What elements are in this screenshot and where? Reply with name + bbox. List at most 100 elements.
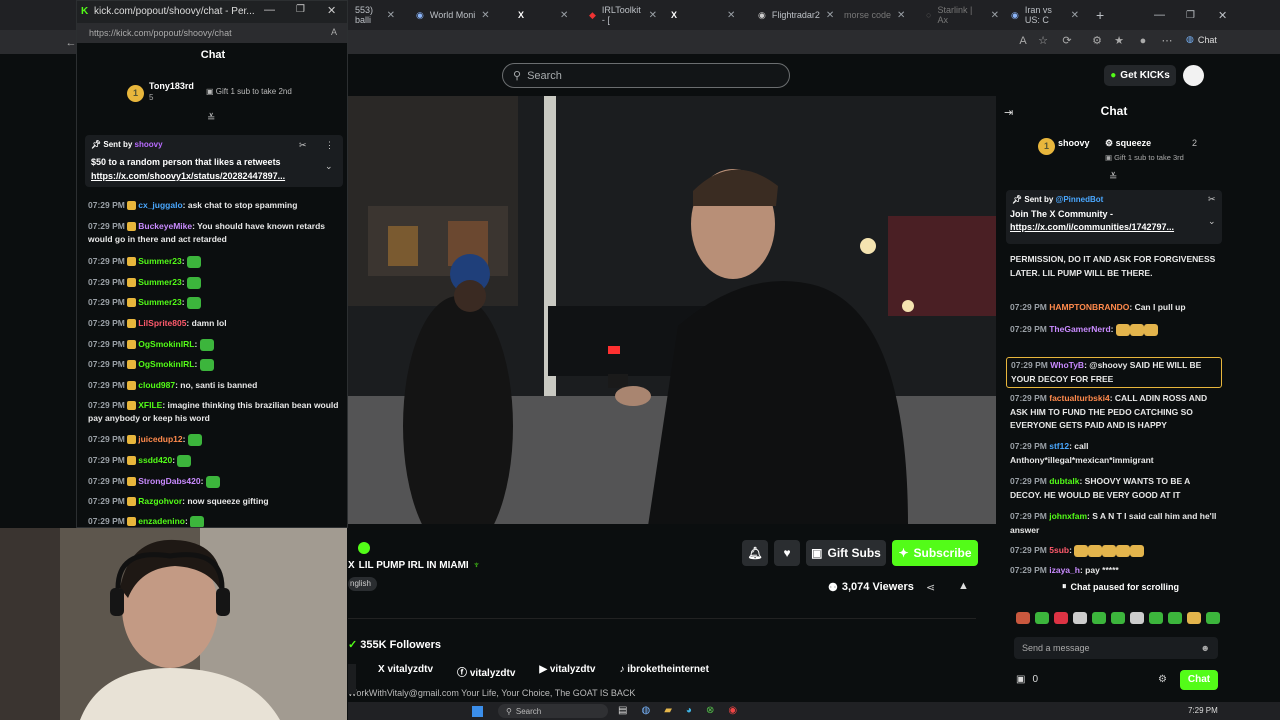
chat-message[interactable]: 07:29 PM dubtalk: SHOOVY WANTS TO BE A D… [1010,475,1220,502]
message-username[interactable]: stf12 [1049,441,1069,451]
file-icon[interactable]: ▤ [618,705,627,716]
pinned-link[interactable]: https://x.com/i/communities/1742797... [1010,222,1174,232]
copilot-icon[interactable]: ◍ [641,705,650,716]
more-options-icon[interactable]: ⋮ [325,140,334,151]
maximize-icon[interactable]: ❐ [296,4,305,15]
popout-chat-message[interactable]: 07:29 PM Razgohvor: now squeeze gifting [88,495,343,508]
emoji-icon[interactable]: ☻ [1201,643,1210,653]
chat-message-input[interactable]: Send a message ☻ [1014,637,1218,659]
chat-message[interactable]: 07:29 PM TheGamerNerd: [1010,323,1220,337]
chat-message[interactable]: 07:29 PM factualturbski4: CALL ADIN ROSS… [1010,392,1220,433]
social-link-youtube[interactable]: ▶ vitalyzdtv [539,664,595,679]
browser-tab[interactable]: ○ Starlink | Ax ✕ [920,4,1005,26]
browser-tab[interactable]: morse code ✕ [838,4,913,26]
close-icon[interactable]: ✕ [481,10,489,21]
close-icon[interactable]: ✕ [649,10,657,21]
chat-paused-banner[interactable]: ⏸ Chat paused for scrolling [1058,578,1188,595]
close-window-icon[interactable]: ✕ [1212,4,1233,26]
browser-tab[interactable]: ◆ IRLToolkit - [✕ [583,4,663,26]
chat-send-button[interactable]: Chat [1180,670,1218,690]
message-username[interactable]: HAMPTONBRANDO [1049,302,1129,312]
unpin-icon[interactable]: ✂ [1208,194,1216,205]
message-username[interactable]: factualturbski4 [1049,393,1109,403]
browser-tab[interactable]: ◉ Flightradar2 ✕ [752,4,834,26]
message-username[interactable]: OgSmokinIRL [138,339,194,349]
refresh-icon[interactable]: ⟳ [1060,34,1074,48]
popout-chat-message[interactable]: 07:29 PM OgSmokinIRL: [88,358,343,371]
report-icon[interactable]: ▲ [958,580,969,592]
windows-start-icon[interactable] [472,706,483,717]
social-link-facebook[interactable]: ⓕ vitalyzdtv [457,664,515,679]
message-username[interactable]: WhoTyB [1050,360,1084,370]
filter-icon[interactable]: ≚ [1109,172,1117,183]
xbox-icon[interactable]: ⊗ [706,705,714,716]
emote[interactable] [1073,612,1087,624]
message-username[interactable]: LilSprite805 [138,318,186,328]
emote[interactable] [1168,612,1182,624]
edge-icon[interactable]: ◕ [686,705,692,716]
chevron-down-icon[interactable]: ⌄ [1208,216,1216,227]
message-username[interactable]: enzadenino [138,516,185,526]
maximize-icon[interactable]: ❐ [1180,4,1201,26]
chat-message[interactable]: 07:29 PM 5sub: [1010,544,1220,558]
gift-subs-button[interactable]: ▣ Gift Subs [806,540,886,566]
popout-chat-message[interactable]: 07:29 PM cx_juggalo: ask chat to stop sp… [88,199,343,212]
popout-chat-message[interactable]: 07:29 PM Summer23: [88,296,343,309]
read-aloud-icon[interactable]: A [331,27,337,37]
popout-chat-message[interactable]: 07:29 PM juicedup12: [88,433,343,446]
message-username[interactable]: OgSmokinIRL [138,359,194,369]
chat-message[interactable]: 07:29 PM izaya_h: pay ***** [1010,564,1220,578]
emote[interactable] [1092,612,1106,624]
browser-tab[interactable]: X ✕ [512,4,568,26]
subscribe-button[interactable]: ✦ Subscribe [892,540,978,566]
popout-chat-message[interactable]: 07:29 PM cloud987: no, santi is banned [88,379,343,392]
message-username[interactable]: 5sub [1049,545,1069,555]
get-kicks-button[interactable]: ● Get KICKs [1104,65,1176,86]
user-avatar[interactable] [1183,65,1204,86]
pinned-message[interactable]: 📌︎ Sent by shoovy ✂ ⋮ $50 to a random pe… [85,135,343,187]
popout-chat-message[interactable]: 07:29 PM OgSmokinIRL: [88,338,343,351]
message-username[interactable]: TheGamerNerd [1049,324,1110,334]
emote[interactable] [1111,612,1125,624]
popout-chat-message[interactable]: 07:29 PM StrongDabs420: [88,475,343,488]
notifications-button[interactable]: 🔔︎ [742,540,768,566]
follow-button[interactable]: ♥ [774,540,800,566]
chat-message[interactable]: 07:29 PM WhoTyB: @shoovy SAID HE WILL BE… [1006,357,1222,389]
popout-chat-message[interactable]: 07:29 PM Summer23: [88,255,343,268]
folder-icon[interactable]: ▰ [664,705,672,716]
emote[interactable] [1130,612,1144,624]
message-username[interactable]: juicedup12 [138,434,182,444]
close-icon[interactable]: ✕ [560,10,568,21]
chat-message[interactable]: 07:29 PM stf12: call Anthony*illegal*mex… [1010,440,1220,467]
pin-toggle-icon[interactable]: ✂ [299,140,307,151]
chevron-down-icon[interactable]: ⌄ [325,161,333,172]
browser-tab[interactable]: ◉ World Moni ✕ [410,4,505,26]
browser-tab[interactable]: ◉ Iran vs US: C ✕ [1005,4,1085,26]
message-username[interactable]: dubtalk [1049,476,1079,486]
chat-message[interactable]: 07:29 PM HAMPTONBRANDO: Can I pull up [1010,301,1220,315]
popout-chat-message[interactable]: 07:29 PM LilSprite805: damn lol [88,317,343,330]
share-icon[interactable]: ⋖ [926,581,935,594]
popout-chat-message[interactable]: 07:29 PM Summer23: [88,276,343,289]
message-username[interactable]: Razgohvor [138,496,182,506]
emote[interactable] [1054,612,1068,624]
profile-icon[interactable]: ● [1136,34,1150,48]
social-link-x[interactable]: X vitalyzdtv [378,664,433,679]
chat-settings-icon[interactable]: ⚙ [1158,674,1167,685]
pinned-link[interactable]: https://x.com/shoovy1x/status/2028244789… [91,171,285,181]
filter-icon[interactable]: ≚ [207,113,215,124]
emote[interactable] [1035,612,1049,624]
close-icon[interactable]: ✕ [897,10,905,21]
extensions-icon[interactable]: ⚙ [1090,34,1104,48]
social-link-tiktok[interactable]: ♪ ibroketheinternet [619,664,708,679]
close-icon[interactable]: ✕ [727,10,735,21]
message-username[interactable]: Summer23 [138,297,181,307]
copilot-button[interactable]: ◍ Chat [1186,34,1217,45]
taskbar-search[interactable]: ⚲ Search [498,704,608,718]
obs-icon[interactable]: ◉ [728,705,737,716]
close-icon[interactable]: ✕ [826,10,834,21]
minimize-icon[interactable]: — [264,4,275,16]
emote[interactable] [1206,612,1220,624]
message-username[interactable]: izaya_h [1049,565,1080,575]
message-username[interactable]: cx_juggalo [138,200,182,210]
